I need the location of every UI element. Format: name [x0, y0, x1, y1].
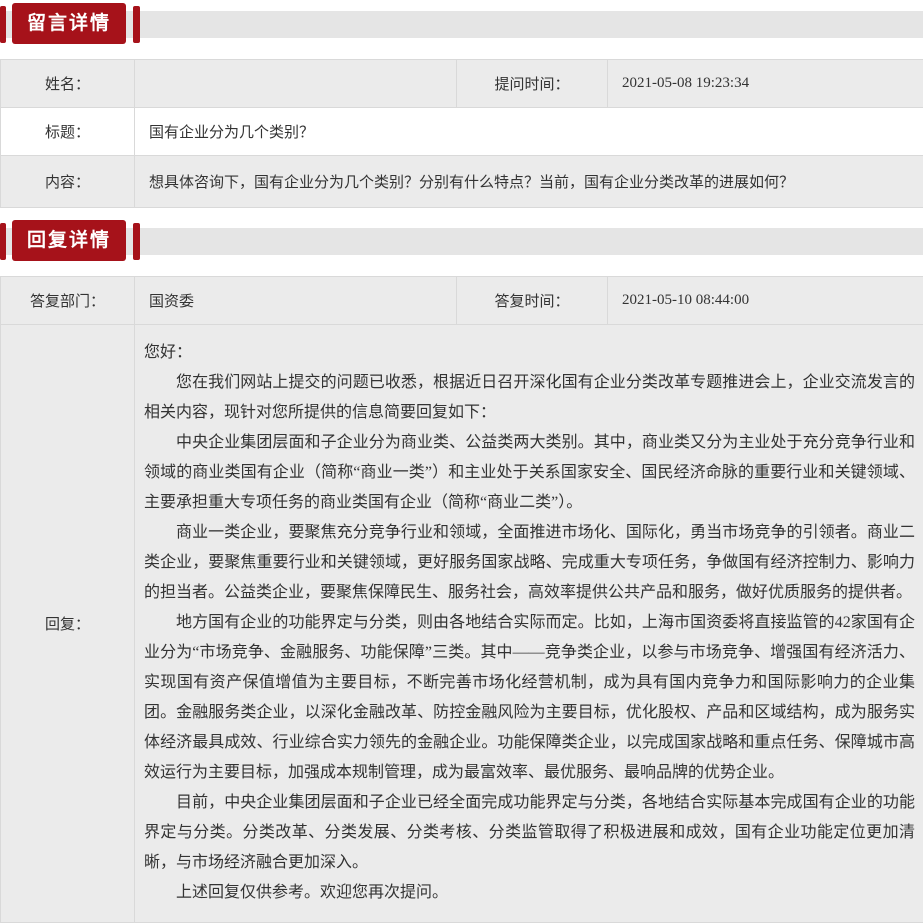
right-accent-bar: [133, 6, 140, 43]
table-row: 回复： 您好： 您在我们网站上提交的问题已收悉，根据近日召开深化国有企业分类改革…: [1, 325, 923, 923]
reply-paragraph: 商业一类企业，要聚焦充分竞争行业和领域，全面推进市场化、国际化，勇当市场竞争的引…: [144, 518, 915, 608]
table-row: 姓名： 提问时间： 2021-05-08 19:23:34: [1, 60, 923, 108]
left-accent-bar: [0, 6, 6, 43]
reply-paragraph: 上述回复仅供参考。欢迎您再次提问。: [144, 878, 915, 908]
reply-paragraph: 目前，中央企业集团层面和子企业已经全面完成功能界定与分类，各地结合实际基本完成国…: [144, 788, 915, 878]
title-label: 标题：: [1, 108, 135, 156]
reply-time-value: 2021-05-10 08:44:00: [608, 277, 923, 325]
name-label: 姓名：: [1, 60, 135, 108]
right-accent-bar: [133, 223, 140, 260]
table-row: 内容： 想具体咨询下，国有企业分为几个类别？分别有什么特点？当前，国有企业分类改…: [1, 156, 923, 208]
reply-dept-value: 国资委: [135, 277, 457, 325]
message-section-title: 留言详情: [12, 3, 126, 44]
reply-paragraph: 您在我们网站上提交的问题已收悉，根据近日召开深化国有企业分类改革专题推进会上，企…: [144, 368, 915, 428]
message-detail-page: 留言详情 姓名： 提问时间： 2021-05-08 19:23:34 标题： 国…: [0, 2, 923, 923]
reply-section-header: 回复详情: [0, 219, 923, 263]
name-value: [135, 60, 457, 108]
ask-time-label: 提问时间：: [457, 60, 608, 108]
message-section-header: 留言详情: [0, 2, 923, 46]
reply-table: 答复部门： 国资委 答复时间： 2021-05-10 08:44:00 回复： …: [0, 276, 923, 923]
reply-section-title: 回复详情: [12, 220, 126, 261]
left-accent-bar: [0, 223, 6, 260]
content-label: 内容：: [1, 156, 135, 208]
reply-label: 回复：: [1, 325, 135, 923]
message-table: 姓名： 提问时间： 2021-05-08 19:23:34 标题： 国有企业分为…: [0, 59, 923, 208]
ask-time-value: 2021-05-08 19:23:34: [608, 60, 923, 108]
reply-paragraph: 您好：: [144, 338, 915, 368]
table-row: 标题： 国有企业分为几个类别？: [1, 108, 923, 156]
reply-paragraph: 地方国有企业的功能界定与分类，则由各地结合实际而定。比如，上海市国资委将直接监管…: [144, 608, 915, 788]
table-row: 答复部门： 国资委 答复时间： 2021-05-10 08:44:00: [1, 277, 923, 325]
message-content-value: 想具体咨询下，国有企业分为几个类别？分别有什么特点？当前，国有企业分类改革的进展…: [135, 156, 923, 208]
reply-content: 您好： 您在我们网站上提交的问题已收悉，根据近日召开深化国有企业分类改革专题推进…: [135, 325, 923, 923]
message-title-value: 国有企业分为几个类别？: [135, 108, 923, 156]
reply-time-label: 答复时间：: [457, 277, 608, 325]
reply-dept-label: 答复部门：: [1, 277, 135, 325]
reply-paragraph: 中央企业集团层面和子企业分为商业类、公益类两大类别。其中，商业类又分为主业处于充…: [144, 428, 915, 518]
